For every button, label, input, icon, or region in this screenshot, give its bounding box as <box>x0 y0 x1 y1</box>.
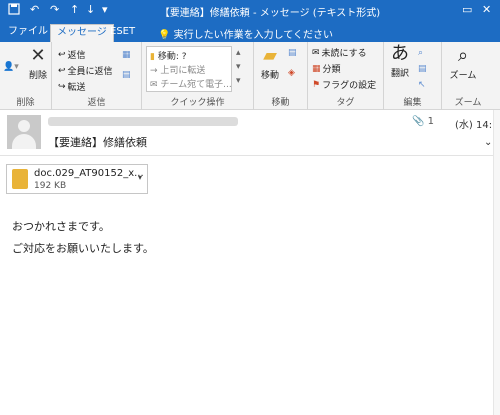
attachment-item[interactable]: doc.029_AT90152_x... 192 KB ▾ <box>6 164 148 194</box>
ribbon-group-tags: ✉ 未読にする ▦ 分類 ⚑ フラグの設定 タグ <box>308 42 384 110</box>
select-icon[interactable]: ↖ <box>418 80 426 90</box>
window-title: 【要連絡】修繕依頼 - メッセージ (テキスト形式) <box>159 8 381 19</box>
quick-step-team-email[interactable]: ✉ チーム宛て電子... <box>150 77 232 90</box>
reply-all-icon: ↩ <box>58 65 66 76</box>
group-label-delete: 削除 <box>16 98 35 108</box>
categorize-icon: ▦ <box>312 63 321 74</box>
tell-me-text: 実行したい作業を入力してください <box>173 30 334 41</box>
attachment-size: 192 KB <box>34 181 67 191</box>
avatar <box>7 115 41 149</box>
find-icon[interactable]: ⌕ <box>418 48 423 58</box>
tab-file[interactable]: ファイル <box>2 24 54 42</box>
delete-x-icon: ✕ <box>30 45 46 66</box>
message-subject: 【要連絡】修繕依頼 <box>48 136 147 149</box>
move-button[interactable]: ▰ 移動 <box>256 45 284 82</box>
body-line: おつかれさまです。 <box>12 220 110 233</box>
tell-me-box[interactable]: 💡 実行したい作業を入力してください <box>158 26 333 41</box>
categorize-button[interactable]: ▦ 分類 <box>312 62 341 76</box>
undo-icon[interactable]: ↶ <box>30 3 39 16</box>
ribbon-group-respond: ↩ 返信 ↩ 全員に返信 ↪ 転送 ▦ ▤ 返信 <box>52 42 142 110</box>
scroll-up-icon[interactable]: ▴ <box>236 48 241 58</box>
rules-icon[interactable]: ▤ <box>288 48 297 58</box>
more-icon[interactable]: ▾ <box>236 76 241 86</box>
up-arrow-icon[interactable]: ↑ <box>70 3 79 16</box>
flag-button[interactable]: ⚑ フラグの設定 <box>312 78 376 92</box>
related-icon[interactable]: ▤ <box>418 64 427 74</box>
mark-unread-button[interactable]: ✉ 未読にする <box>312 46 367 60</box>
zoom-icon: ⌕ <box>457 45 469 66</box>
translate-button[interactable]: あ 翻訳 <box>386 43 414 80</box>
restore-icon[interactable]: ▭ <box>462 3 472 16</box>
attachment-dropdown-icon[interactable]: ▾ <box>138 173 142 182</box>
message-body: おつかれさまです。 ご対応をお願いいたします。 <box>12 216 154 260</box>
group-label-tags: タグ <box>336 98 355 108</box>
group-label-respond: 返信 <box>87 98 106 108</box>
zip-file-icon <box>12 169 28 189</box>
group-label-editing: 編集 <box>403 98 422 108</box>
chevron-down-icon[interactable]: ⌄ <box>484 137 492 148</box>
more-respond-icon[interactable]: ▤ <box>122 70 131 80</box>
flag-icon: ⚑ <box>312 79 321 90</box>
quick-steps-gallery: ▮ 移動: ? → 上司に転送 ✉ チーム宛て電子... <box>146 46 232 92</box>
quick-step-to-manager[interactable]: → 上司に転送 <box>150 63 205 76</box>
tab-eset[interactable]: ESET <box>104 24 141 42</box>
move-folder-icon: ▰ <box>263 45 277 66</box>
close-icon[interactable]: ✕ <box>482 3 491 16</box>
down-arrow-icon[interactable]: ↓ <box>86 3 95 16</box>
forward-icon: ↪ <box>58 81 66 92</box>
vertical-scrollbar[interactable] <box>493 110 500 415</box>
lightbulb-icon: 💡 <box>158 30 171 41</box>
ribbon-group-quick-steps: ▮ 移動: ? → 上司に転送 ✉ チーム宛て電子... ▴ ▾ ▾ クイック操… <box>142 42 254 110</box>
sender-redacted <box>48 117 238 126</box>
mark-unread-icon: ✉ <box>312 47 320 58</box>
group-label-quick-steps: クイック操作 <box>170 98 225 108</box>
scroll-down-icon[interactable]: ▾ <box>236 62 241 72</box>
save-icon[interactable] <box>8 3 20 18</box>
ribbon-group-editing: あ 翻訳 ⌕ ▤ ↖ 編集 <box>384 42 442 110</box>
folder-icon: ▮ <box>150 52 155 62</box>
customize-qa-icon[interactable]: ▾ <box>102 3 108 16</box>
body-line: ご対応をお願いいたします。 <box>12 242 154 255</box>
reply-all-button[interactable]: ↩ 全員に返信 <box>58 64 113 78</box>
zoom-button[interactable]: ⌕ ズーム <box>446 45 480 82</box>
attachment-count: 📎 1 <box>412 116 435 127</box>
actions-icon[interactable]: ◈ <box>288 68 295 78</box>
mail-icon: ✉ <box>150 80 158 90</box>
delete-button[interactable]: ✕ 削除 <box>26 45 50 82</box>
reply-button[interactable]: ↩ 返信 <box>58 48 86 62</box>
ribbon-group-zoom: ⌕ ズーム ズーム <box>442 42 494 110</box>
ribbon-group-delete: 👤▾ ✕ 削除 削除 <box>0 42 52 110</box>
quick-step-move[interactable]: ▮ 移動: ? <box>150 49 187 62</box>
meeting-icon[interactable]: ▦ <box>122 50 131 60</box>
ribbon: 👤▾ ✕ 削除 削除 ↩ 返信 ↩ 全員に返信 ↪ 転送 ▦ ▤ 返信 ▮ 移動… <box>0 42 500 110</box>
ignore-icon[interactable]: 👤▾ <box>3 62 19 72</box>
translate-icon: あ <box>391 43 409 64</box>
forward-icon: → <box>150 66 158 76</box>
forward-button[interactable]: ↪ 転送 <box>58 80 86 94</box>
title-bar: ↶ ↷ ↑ ↓ ▾ 【要連絡】修繕依頼 - メッセージ (テキスト形式) ▭ ✕ <box>0 0 500 22</box>
redo-icon[interactable]: ↷ <box>50 3 59 16</box>
paperclip-icon: 📎 <box>412 116 425 127</box>
ribbon-tabs: ファイル メッセージ ESET 💡 実行したい作業を入力してください <box>0 22 500 42</box>
group-label-move: 移動 <box>271 98 290 108</box>
reply-icon: ↩ <box>58 49 66 60</box>
message-header: 【要連絡】修繕依頼 📎 1 (水) 14:10 ⌄ <box>0 110 500 156</box>
group-label-zoom: ズーム <box>454 98 482 108</box>
attachment-name: doc.029_AT90152_x... <box>34 168 144 179</box>
ribbon-group-move: ▰ 移動 ▤ ◈ 移動 <box>254 42 308 110</box>
